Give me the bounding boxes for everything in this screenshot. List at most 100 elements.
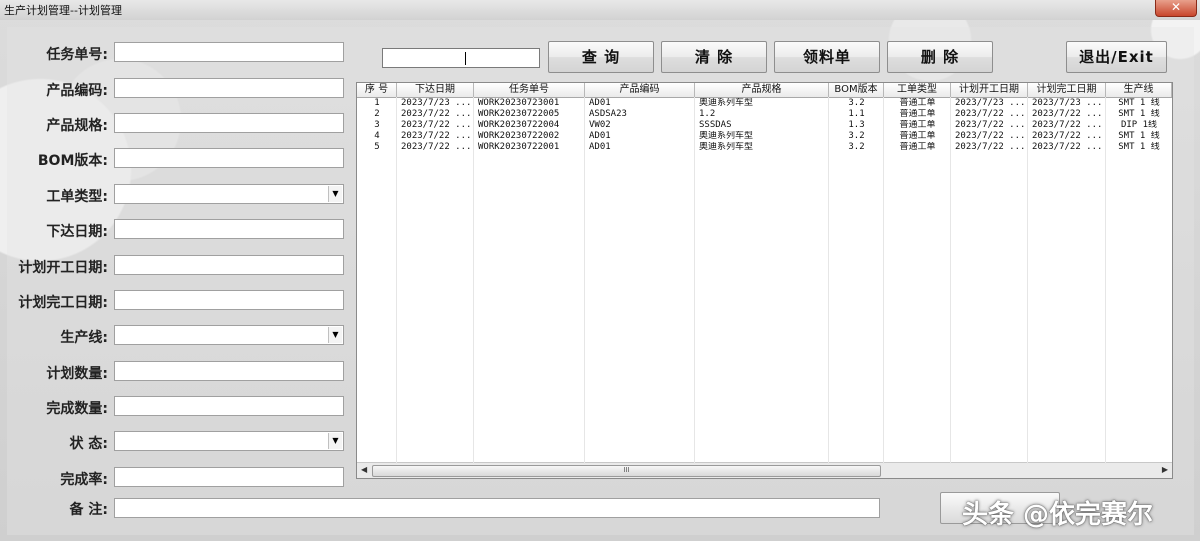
table-row[interactable]: 5 2023/7/22 ... WORK20230722001 AD01 奥迪系列车型 3…	[357, 142, 1172, 153]
bom-version-input[interactable]	[114, 148, 344, 168]
table-cell: 2023/7/22 ...	[955, 142, 1026, 152]
label-issue-date: 下达日期:	[46, 224, 108, 240]
table-cell: 2023/7/23 ...	[401, 98, 472, 108]
notes-input[interactable]	[114, 498, 880, 518]
table-cell: 5	[374, 142, 380, 152]
delete-button[interactable]: 删 除	[887, 41, 993, 73]
table-cell: 1.3	[848, 120, 865, 130]
grid-column-divider	[950, 97, 951, 464]
horizontal-scrollbar[interactable]: ◀ III ▶	[357, 462, 1172, 478]
product-code-input[interactable]	[114, 78, 344, 98]
close-button[interactable]: ✕	[1155, 0, 1197, 17]
column-header[interactable]: 工单类型	[884, 83, 951, 97]
label-product-spec: 产品规格:	[46, 118, 108, 134]
plan-end-input[interactable]	[114, 290, 344, 310]
query-button[interactable]: 查 询	[548, 41, 654, 73]
column-header[interactable]: 序 号	[357, 83, 397, 97]
column-header[interactable]: 生产线	[1106, 83, 1172, 97]
table-cell: 2023/7/22 ...	[1032, 142, 1103, 152]
table-cell: 奥迪系列车型	[699, 98, 754, 108]
table-row[interactable]: 4 2023/7/22 ... WORK20230722002 AD01 奥迪系列车型 3…	[357, 131, 1172, 142]
plan-grid[interactable]: 序 号下达日期 任务单号 产品编码 产品规格 BOM版本 工单类型 计划开工日期 计划完工日期…	[356, 82, 1173, 479]
issue-date-input[interactable]	[114, 219, 344, 239]
column-header[interactable]: BOM版本	[829, 83, 884, 97]
column-header[interactable]: 下达日期	[397, 83, 474, 97]
label-line: 生产线:	[60, 330, 108, 346]
label-done-qty: 完成数量:	[46, 401, 108, 417]
grid-column-divider	[1105, 97, 1106, 464]
grid-column-divider	[584, 97, 585, 464]
title-bar: 生产计划管理--计划管理 ✕	[0, 0, 1200, 20]
table-cell: WORK20230722004	[478, 120, 560, 130]
grid-column-divider	[694, 97, 695, 464]
grid-column-divider	[473, 97, 474, 464]
table-cell: 3	[374, 120, 380, 130]
column-header[interactable]: 产品编码	[585, 83, 695, 97]
table-cell: 2	[374, 109, 380, 119]
line-select[interactable]: ▼	[114, 325, 344, 345]
watermark-text: 头条 @依完赛尔	[962, 500, 1154, 530]
plan-qty-input[interactable]	[114, 361, 344, 381]
scroll-thumb[interactable]: III	[372, 465, 881, 477]
column-header[interactable]: 计划开工日期	[951, 83, 1028, 97]
grid-column-divider	[828, 97, 829, 464]
table-cell: 2023/7/22 ...	[401, 120, 472, 130]
table-cell: SMT 1 线	[1118, 142, 1160, 152]
table-cell: 普通工单	[899, 98, 936, 108]
picking-button[interactable]: 领料单	[774, 41, 880, 73]
table-cell: AD01	[589, 98, 611, 108]
table-cell: SSSDAS	[699, 120, 732, 130]
exit-button[interactable]: 退出/Exit	[1066, 41, 1167, 73]
chevron-down-icon[interactable]: ▼	[328, 433, 342, 449]
table-cell: 2023/7/22 ...	[401, 131, 472, 141]
table-cell: AD01	[589, 131, 611, 141]
plan-start-input[interactable]	[114, 255, 344, 275]
text-caret	[465, 52, 466, 65]
grid-column-divider	[1027, 97, 1028, 464]
scroll-left-icon[interactable]: ◀	[361, 465, 367, 474]
task-no-input[interactable]	[114, 42, 344, 62]
label-product-code: 产品编码:	[46, 83, 108, 99]
table-row[interactable]: 1 2023/7/23 ... WORK20230723001 AD01 奥迪系列车型 3…	[357, 98, 1172, 109]
table-cell: 2023/7/22 ...	[401, 109, 472, 119]
table-cell: 3.2	[848, 142, 865, 152]
table-cell: 普通工单	[899, 120, 936, 130]
label-plan-start: 计划开工日期:	[18, 260, 108, 276]
rate-input[interactable]	[114, 467, 344, 487]
table-cell: WORK20230722002	[478, 131, 560, 141]
table-row[interactable]: 3 2023/7/22 ... WORK20230722004 VW02 SSSDAS 1…	[357, 120, 1172, 131]
table-cell: 普通工单	[899, 131, 936, 141]
table-cell: 1	[374, 98, 380, 108]
table-cell: 2023/7/22 ...	[955, 131, 1026, 141]
table-cell: AD01	[589, 142, 611, 152]
clear-button[interactable]: 清 除	[661, 41, 767, 73]
status-select[interactable]: ▼	[114, 431, 344, 451]
done-qty-input[interactable]	[114, 396, 344, 416]
table-row[interactable]: 2 2023/7/22 ... WORK20230722005 ASDSA23 1.2 1…	[357, 109, 1172, 120]
table-cell: SMT 1 线	[1118, 109, 1160, 119]
chevron-down-icon[interactable]: ▼	[328, 186, 342, 202]
table-cell: 2023/7/22 ...	[1032, 109, 1103, 119]
window-title: 生产计划管理--计划管理	[4, 4, 122, 17]
table-cell: VW02	[589, 120, 611, 130]
table-cell: 1.2	[699, 109, 716, 119]
order-type-select[interactable]: ▼	[114, 184, 344, 204]
column-header[interactable]: 任务单号	[474, 83, 585, 97]
table-cell: DIP 1线	[1120, 120, 1158, 130]
label-bom-version: BOM版本:	[37, 153, 108, 169]
scroll-right-icon[interactable]: ▶	[1162, 465, 1168, 474]
label-rate: 完成率:	[60, 472, 108, 488]
table-cell: 2023/7/22 ...	[955, 120, 1026, 130]
grid-column-divider	[883, 97, 884, 464]
label-plan-qty: 计划数量:	[46, 366, 108, 382]
table-cell: 普通工单	[899, 142, 936, 152]
search-input[interactable]	[382, 48, 540, 68]
column-header[interactable]: 计划完工日期	[1028, 83, 1106, 97]
table-cell: SMT 1 线	[1118, 98, 1160, 108]
table-cell: 3.2	[848, 131, 865, 141]
table-cell: SMT 1 线	[1118, 131, 1160, 141]
column-header[interactable]: 产品规格	[695, 83, 829, 97]
label-status: 状 态:	[69, 436, 108, 452]
product-spec-input[interactable]	[114, 113, 344, 133]
chevron-down-icon[interactable]: ▼	[328, 327, 342, 343]
